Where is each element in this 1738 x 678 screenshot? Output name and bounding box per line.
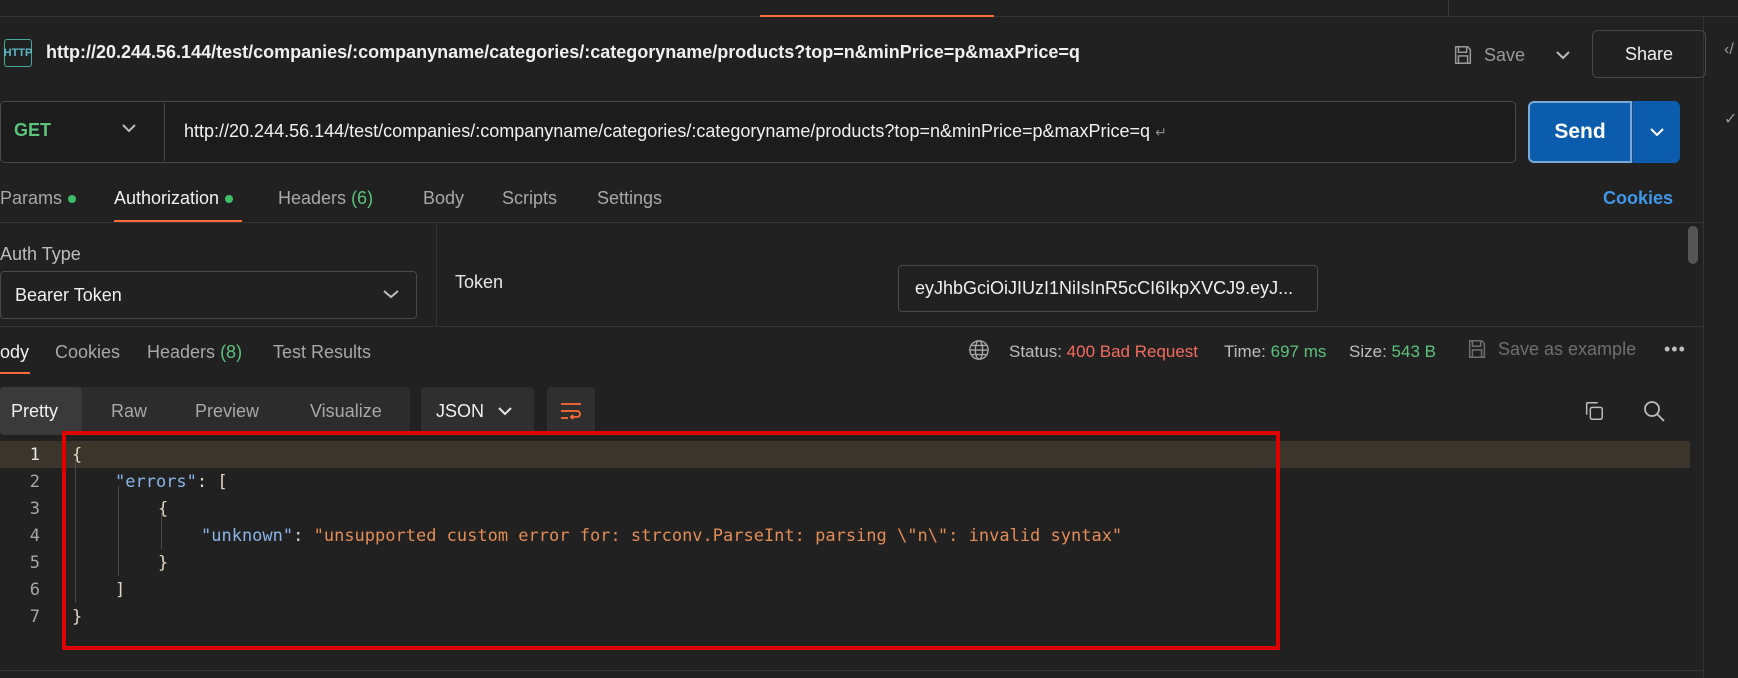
line-number: 3 [29, 498, 40, 519]
tab-settings[interactable]: Settings [597, 188, 662, 209]
time-value[interactable]: 697 ms [1271, 342, 1327, 361]
annotation-highlight-box [62, 431, 1280, 650]
line-number: 7 [29, 606, 40, 627]
status-label: Status: [1009, 342, 1062, 361]
response-headers-count: (8) [220, 342, 243, 362]
line-number: 5 [29, 552, 40, 573]
tab-authorization-label: Authorization [114, 188, 220, 208]
headers-count: (6) [351, 188, 374, 208]
top-strip-divider [1448, 0, 1449, 17]
chevron-down-icon [1649, 128, 1664, 137]
save-icon [1468, 340, 1486, 358]
save-icon [1454, 46, 1472, 64]
auth-type-label: Auth Type [0, 244, 81, 264]
size-label: Size: [1349, 342, 1387, 361]
method-select[interactable]: GET [14, 120, 51, 141]
save-button[interactable]: Save [1452, 38, 1525, 72]
tab-params-label: Params [0, 188, 63, 208]
tab-headers-label: Headers [278, 188, 347, 208]
time-label: Time: [1224, 342, 1266, 361]
response-tab-headers-label: Headers [147, 342, 216, 362]
code-icon[interactable]: ‹/ [1724, 41, 1734, 59]
line-number: 1 [29, 444, 40, 465]
auth-type-value: Bearer Token [15, 285, 122, 305]
copy-icon[interactable] [1583, 400, 1605, 427]
chevron-down-icon [383, 284, 399, 304]
share-button[interactable]: Share [1592, 30, 1706, 78]
params-active-dot [68, 195, 77, 204]
auth-divider [436, 223, 437, 326]
chevron-down-icon [1556, 51, 1570, 60]
url-input[interactable]: http://20.244.56.144/test/companies/:com… [184, 121, 1167, 142]
tab-body[interactable]: Body [423, 188, 464, 209]
response-tab-body[interactable]: Body [0, 342, 29, 363]
request-title[interactable]: http://20.244.56.144/test/companies/:com… [46, 42, 1080, 63]
view-visualize[interactable]: Visualize [310, 401, 382, 422]
active-tab-indicator [760, 15, 994, 17]
token-input[interactable]: eyJhbGciOiJIUzI1NiIsInR5cCI6IkpXVCJ9.eyJ… [898, 265, 1318, 312]
tab-authorization[interactable]: Authorization [114, 188, 234, 209]
save-options-dropdown[interactable] [1548, 38, 1578, 72]
format-select[interactable]: JSON [421, 387, 534, 435]
save-as-example-label: Save as example [1498, 338, 1637, 359]
info-icon[interactable]: ✓ [1724, 109, 1737, 129]
search-icon[interactable] [1642, 399, 1666, 428]
method-divider [164, 103, 165, 161]
more-options-icon[interactable]: ••• [1664, 339, 1686, 360]
bottom-separator [0, 670, 1703, 671]
view-preview[interactable]: Preview [195, 401, 259, 422]
time-readout: Time: 697 ms [1224, 342, 1326, 362]
line-number: 6 [29, 579, 40, 600]
response-tab-body-label: Body [0, 342, 30, 362]
line-number: 2 [29, 471, 40, 492]
size-value[interactable]: 543 B [1392, 342, 1436, 361]
tab-headers[interactable]: Headers (6) [278, 188, 373, 209]
tab-params[interactable]: Params [0, 188, 77, 209]
auth-separator [0, 326, 1703, 327]
scrollbar-thumb[interactable] [1688, 226, 1698, 264]
response-tab-test-results[interactable]: Test Results [273, 342, 371, 363]
tab-scripts[interactable]: Scripts [502, 188, 557, 209]
auth-active-dot [225, 195, 234, 204]
chevron-down-icon[interactable] [122, 118, 136, 138]
http-request-icon: HTTP [4, 39, 32, 67]
newline-glyph: ↵ [1155, 124, 1167, 140]
send-button[interactable]: Send [1528, 101, 1632, 163]
right-sidebar: ‹/ ✓ [1703, 17, 1738, 678]
status-readout: Status: 400 Bad Request [1009, 342, 1198, 362]
response-tab-cookies[interactable]: Cookies [55, 342, 120, 363]
response-tab-headers[interactable]: Headers (8) [147, 342, 242, 363]
status-value[interactable]: 400 Bad Request [1067, 342, 1198, 361]
cookies-link[interactable]: Cookies [1603, 188, 1673, 209]
view-raw[interactable]: Raw [111, 401, 147, 422]
response-tab-underline [0, 372, 30, 374]
save-as-example-button[interactable]: Save as example [1466, 338, 1636, 360]
size-readout: Size: 543 B [1349, 342, 1436, 362]
word-wrap-button[interactable] [547, 387, 595, 435]
format-value: JSON [436, 400, 485, 421]
url-text: http://20.244.56.144/test/companies/:com… [184, 121, 1151, 141]
token-label: Token [455, 272, 504, 292]
wrap-lines-icon [561, 403, 581, 420]
globe-icon[interactable] [968, 339, 990, 366]
chevron-down-icon [498, 407, 512, 416]
tabs-separator [0, 222, 1703, 223]
save-label: Save [1484, 44, 1526, 65]
line-number: 4 [29, 525, 40, 546]
send-options-dropdown[interactable] [1632, 101, 1680, 163]
view-pretty[interactable]: Pretty [11, 401, 58, 422]
